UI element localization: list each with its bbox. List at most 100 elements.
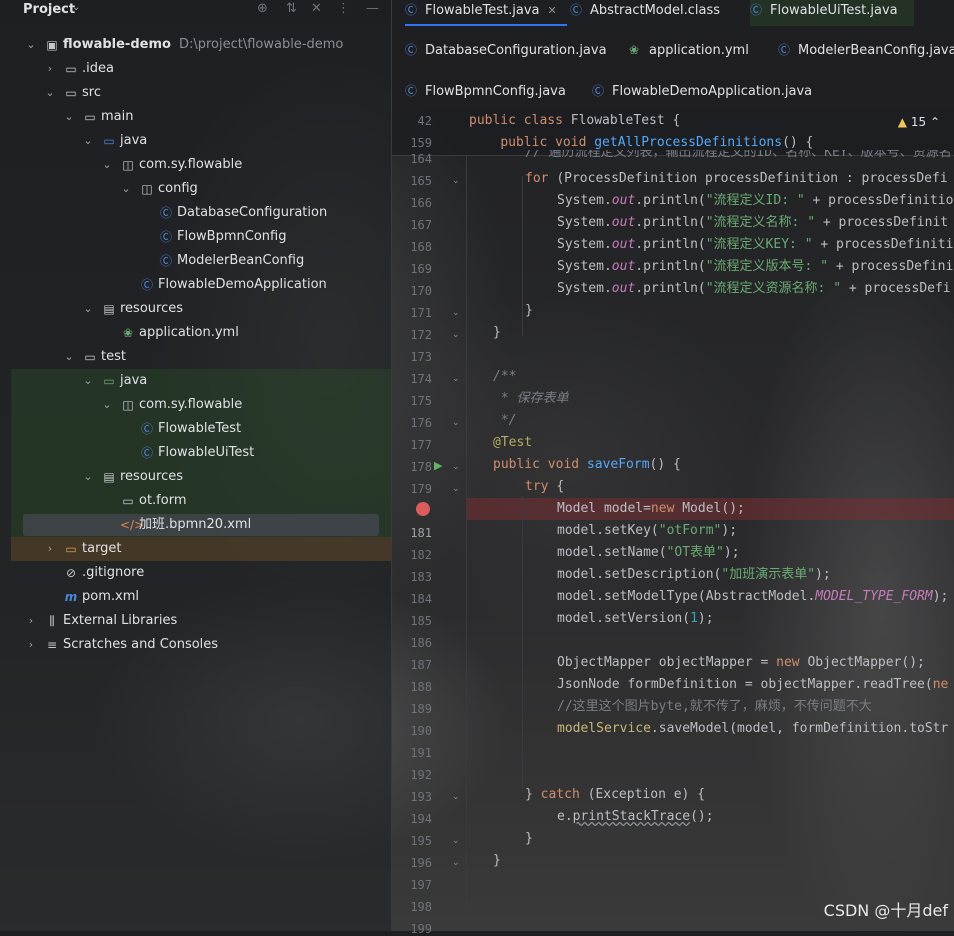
code-line-176[interactable]: */ (493, 410, 517, 432)
fold-icon[interactable]: ⌄ (452, 308, 460, 318)
code-line-182[interactable]: model.setName("OT表单"); (557, 542, 740, 564)
line-number[interactable]: 186 (392, 636, 432, 650)
fold-icon[interactable]: ⌄ (452, 836, 460, 846)
line-number[interactable]: 172 (392, 328, 432, 342)
chevron-right-icon[interactable]: › (44, 57, 56, 81)
hide-icon[interactable]: — (366, 1, 379, 16)
tree-item-package[interactable]: ⌄ ◫ com.sy.flowable (0, 153, 391, 177)
tree-item-application-yml[interactable]: ❀ application.yml (0, 321, 391, 345)
line-number[interactable]: 177 (392, 438, 432, 452)
code-line-194[interactable]: e.printStackTrace(); (557, 806, 714, 828)
line-number[interactable]: 181 (392, 526, 432, 540)
code-line-193[interactable]: } catch (Exception e) { (525, 784, 705, 806)
tab-flowableuitest[interactable]: Ⓒ FlowableUiTest.java (750, 0, 914, 26)
chevron-right-icon[interactable]: › (25, 609, 37, 633)
close-icon[interactable]: ✕ (547, 4, 556, 17)
tree-item-java[interactable]: ⌄ ▭ java (0, 129, 391, 153)
code-line-188[interactable]: JsonNode formDefinition = objectMapper.r… (557, 674, 948, 696)
chevron-down-icon[interactable]: ⌄ (25, 33, 37, 57)
tree-item-scratches[interactable]: › ≡ Scratches and Consoles (0, 633, 391, 657)
sticky-line-class[interactable]: public class FlowableTest { (469, 110, 680, 132)
code-line-181[interactable]: model.setKey("otForm"); (557, 520, 737, 542)
line-number[interactable]: 196 (392, 856, 432, 870)
code-line-174[interactable]: /** (493, 366, 516, 388)
fold-icon[interactable]: ⌄ (452, 484, 460, 494)
fold-icon[interactable]: ⌄ (452, 418, 460, 428)
line-number[interactable]: 166 (392, 196, 432, 210)
chevron-down-icon[interactable]: ⌄ (120, 177, 132, 201)
fold-icon[interactable]: ⌄ (452, 176, 460, 186)
tab-databaseconfiguration[interactable]: Ⓒ DatabaseConfiguration.java (405, 40, 607, 66)
chevron-up-icon[interactable]: ⌃ (930, 115, 940, 129)
code-line-166[interactable]: System.out.println("流程定义ID: " + processD… (557, 190, 953, 212)
fold-icon[interactable]: ⌄ (452, 330, 460, 340)
line-number[interactable]: 171 (392, 306, 432, 320)
collapse-all-icon[interactable]: ✕ (311, 1, 322, 16)
line-number[interactable]: 182 (392, 548, 432, 562)
run-test-icon[interactable]: ▶ (434, 459, 442, 472)
fold-icon[interactable]: ⌄ (452, 374, 460, 384)
chevron-down-icon[interactable]: ⌄ (82, 465, 94, 489)
code-line-196[interactable]: } (493, 850, 501, 872)
tree-item-resources[interactable]: ⌄ ▤ resources (0, 297, 391, 321)
line-number[interactable]: 189 (392, 702, 432, 716)
code-line-184[interactable]: model.setModelType(AbstractModel.MODEL_T… (557, 586, 948, 608)
line-number[interactable]: 168 (392, 240, 432, 254)
chevron-down-icon[interactable]: ⌄ (63, 105, 75, 129)
code-line-177[interactable]: @Test (493, 432, 532, 454)
chevron-down-icon[interactable]: ⌄ (44, 81, 56, 105)
tab-abstractmodel[interactable]: Ⓒ AbstractModel.class (570, 0, 720, 26)
line-number[interactable]: 195 (392, 834, 432, 848)
code-line-185[interactable]: model.setVersion(1); (557, 608, 714, 630)
code-line-195[interactable]: } (525, 828, 533, 850)
line-number[interactable]: 192 (392, 768, 432, 782)
code-line-189[interactable]: //这里这个图片byte,就不传了，麻烦，不传问题不大 (557, 696, 872, 718)
inspection-widget[interactable]: ▲ 15 ⌃ (898, 115, 940, 129)
line-number[interactable]: 173 (392, 350, 432, 364)
code-line-170[interactable]: System.out.println("流程定义资源名称: " + proces… (557, 278, 951, 300)
code-line-183[interactable]: model.setDescription("加班演示表单"); (557, 564, 831, 586)
chevron-down-icon[interactable]: ⌄ (72, 2, 80, 13)
tree-item-flowbpmnconfig[interactable]: Ⓒ FlowBpmnConfig (0, 225, 391, 249)
tree-item-external-libraries[interactable]: › ⫼ External Libraries (0, 609, 391, 633)
tab-flowabletest[interactable]: Ⓒ FlowableTest.java ✕ (405, 0, 567, 26)
line-number[interactable]: 175 (392, 394, 432, 408)
line-number[interactable]: 185 (392, 614, 432, 628)
code-line-178[interactable]: public void saveForm() { (493, 454, 681, 476)
line-number[interactable]: 199 (392, 922, 432, 936)
line-number[interactable]: 183 (392, 570, 432, 584)
tree-item-test-java[interactable]: ⌄ ▭ java (0, 369, 391, 393)
code-line-165[interactable]: for (ProcessDefinition processDefinition… (525, 168, 948, 190)
tree-item-flowabledemoapplication[interactable]: Ⓒ FlowableDemoApplication (0, 273, 391, 297)
line-number[interactable]: 179 (392, 482, 432, 496)
tree-item-flowable-demo[interactable]: ⌄ ▣ flowable-demo D:\project\flowable-dem… (0, 33, 391, 57)
code-line-164[interactable]: // 遍历流程定义列表，输出流程定义的ID、名称、KEY、版本号、资源名 (525, 150, 952, 164)
tree-item-flowableuitest[interactable]: Ⓒ FlowableUiTest (0, 441, 391, 465)
line-number[interactable]: 193 (392, 790, 432, 804)
tab-application-yml[interactable]: ❀ application.yml (629, 40, 749, 66)
code-line-179[interactable]: try { (525, 476, 564, 498)
line-number[interactable]: 187 (392, 658, 432, 672)
tree-item-test[interactable]: ⌄ ▭ test (0, 345, 391, 369)
line-number[interactable]: 197 (392, 878, 432, 892)
tab-flowbpmnconfig[interactable]: Ⓒ FlowBpmnConfig.java (405, 81, 566, 107)
project-title[interactable]: Project (23, 2, 75, 17)
code-line-168[interactable]: System.out.println("流程定义KEY: " + process… (557, 234, 953, 256)
line-number[interactable]: 184 (392, 592, 432, 606)
chevron-down-icon[interactable]: ⌄ (101, 153, 113, 177)
line-number[interactable]: 198 (392, 900, 432, 914)
tree-item-target[interactable]: › ▭ target (0, 537, 391, 561)
code-line-172[interactable]: } (493, 322, 501, 344)
code-line-167[interactable]: System.out.println("流程定义名称: " + processD… (557, 212, 948, 234)
tree-item-databaseconfiguration[interactable]: Ⓒ DatabaseConfiguration (0, 201, 391, 225)
tree-item-gitignore[interactable]: ⊘ .gitignore (0, 561, 391, 585)
line-number[interactable]: 169 (392, 262, 432, 276)
tree-item-config[interactable]: ⌄ ◫ config (0, 177, 391, 201)
tree-item-main[interactable]: ⌄ ▭ main (0, 105, 391, 129)
tree-item-flowabletest[interactable]: Ⓒ FlowableTest (0, 417, 391, 441)
code-line-171[interactable]: } (525, 300, 533, 322)
breakpoint-icon[interactable] (416, 502, 430, 516)
locate-icon[interactable]: ⊕ (257, 1, 268, 16)
tree-item-bpmn-xml[interactable]: </> 加班.bpmn20.xml (0, 513, 391, 537)
tree-item-idea[interactable]: › ▭ .idea (0, 57, 391, 81)
